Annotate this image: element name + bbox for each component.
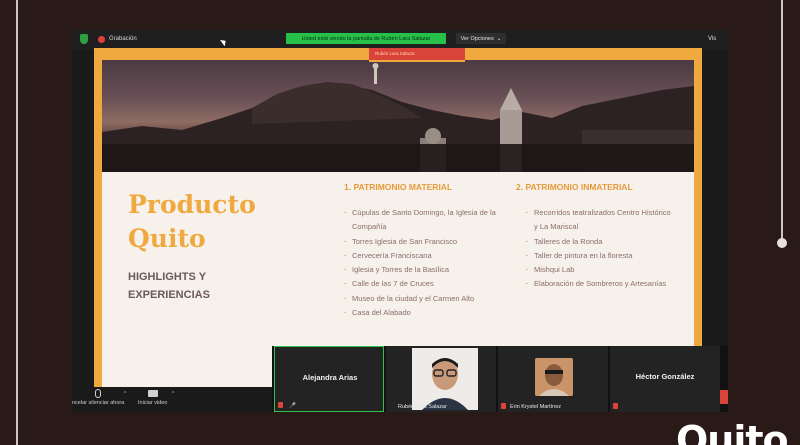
- frame-line-right: [781, 0, 783, 242]
- speaker-name-tab: Rubén Lara Salazar: [369, 48, 465, 62]
- slide-title-line2: Quito: [128, 224, 206, 253]
- list-item: Torres Iglesia de San Francisco: [344, 235, 504, 250]
- meeting-bottom-toolbar: ncelar silenciar ahora ^ Iniciar video ^: [72, 387, 272, 412]
- intangible-heritage-column: 2. PATRIMONIO INMATERIAL Recorridos teat…: [516, 182, 676, 292]
- participant-tile[interactable]: Erin Krystel Martínez: [498, 346, 608, 412]
- view-button[interactable]: Vis: [708, 36, 716, 42]
- participant-tile[interactable]: Alejandra Arias 🎤: [274, 346, 384, 412]
- slide-subtitle-line1: HIGHLIGHTS Y: [128, 271, 207, 283]
- chevron-down-icon: ⌄: [496, 35, 502, 42]
- list-item: Elaboración de Sombreros y Artesanías: [526, 277, 676, 292]
- shared-slide-frame: Producto Quito HIGHLIGHTS Y EXPERIENCIAS…: [94, 48, 702, 388]
- speaker-tab-label: Rubén Lara Salazar: [375, 51, 416, 56]
- mute-button[interactable]: ncelar silenciar ahora: [72, 389, 124, 406]
- list-item: Mishqui Lab: [526, 263, 676, 278]
- list-item: Casa del Alabado: [344, 306, 504, 321]
- start-video-button[interactable]: Iniciar video: [138, 389, 167, 406]
- video-camera-icon: [147, 390, 158, 397]
- muted-mic-icon: [278, 402, 283, 408]
- participant-tile[interactable]: Rubén Lara Salazar: [386, 346, 496, 412]
- skyline-illustration: [102, 63, 694, 172]
- list-item: Recorridos teatralizados Centro Históric…: [526, 206, 676, 235]
- mute-label: ncelar silenciar ahora: [72, 400, 125, 406]
- participant-tile[interactable]: Héctor González: [610, 346, 720, 412]
- recording-indicator[interactable]: Grabación: [80, 34, 137, 44]
- view-options-button[interactable]: Ver Opciones ⌄: [456, 33, 506, 44]
- participant-tiles: Alejandra Arias 🎤 Rubén Lara Salazar Eri…: [272, 346, 728, 412]
- recording-label: Grabación: [109, 36, 137, 42]
- material-heritage-column: 1. PATRIMONIO MATERIAL Cúpulas de Santo …: [344, 182, 504, 321]
- material-heritage-heading: 1. PATRIMONIO MATERIAL: [344, 182, 453, 192]
- participant-name: Erin Krystel Martínez: [510, 404, 562, 410]
- frame-line-left: [16, 0, 18, 445]
- participant-name: Héctor González: [635, 372, 695, 381]
- list-item: Talleres de la Ronda: [526, 235, 676, 250]
- list-item: Taller de pintura en la floresta: [526, 249, 676, 264]
- quito-skyline-photo: [102, 60, 694, 172]
- intangible-heritage-heading: 2. PATRIMONIO INMATERIAL: [516, 182, 633, 192]
- frame-dot: [777, 238, 787, 248]
- participant-mic-status-icon: 🎤: [289, 403, 296, 409]
- list-item: Calle de las 7 de Cruces: [344, 277, 504, 292]
- participant-name: Alejandra Arias: [302, 373, 358, 382]
- video-options-caret-icon[interactable]: ^: [172, 391, 174, 397]
- security-shield-icon[interactable]: [80, 34, 88, 44]
- muted-mic-icon: [501, 403, 506, 409]
- slide-title: Producto Quito: [128, 188, 256, 256]
- zoom-window: Grabación Usted está viendo la pantalla …: [72, 30, 728, 412]
- list-item: Museo de la ciudad y el Carmen Alto: [344, 292, 504, 307]
- mute-options-caret-icon[interactable]: ^: [124, 391, 126, 397]
- meeting-top-bar: Grabación Usted está viendo la pantalla …: [72, 30, 728, 50]
- view-options-label: Ver Opciones: [460, 35, 494, 42]
- intangible-heritage-list: Recorridos teatralizados Centro Históric…: [516, 206, 676, 292]
- shared-slide: Producto Quito HIGHLIGHTS Y EXPERIENCIAS…: [102, 60, 694, 388]
- muted-mic-icon: [613, 403, 618, 409]
- mouse-cursor-icon: [220, 37, 228, 47]
- slide-subtitle-line2: EXPERIENCIAS: [128, 289, 210, 301]
- list-item: Cervecería Franciscana: [344, 249, 504, 264]
- material-heritage-list: Cúpulas de Santo Domingo, la Iglesia de …: [344, 206, 504, 321]
- avatar-illustration: [535, 358, 573, 396]
- list-item: Cúpulas de Santo Domingo, la Iglesia de …: [344, 206, 504, 235]
- participant-video: [412, 348, 478, 410]
- slide-subtitle: HIGHLIGHTS Y EXPERIENCIAS: [128, 268, 210, 304]
- list-item: Iglesia y Torres de la Basílica: [344, 263, 504, 278]
- quito-logo: Quito: [676, 418, 789, 445]
- slide-title-line1: Producto: [128, 190, 256, 219]
- participant-avatar: [535, 358, 573, 396]
- start-video-label: Iniciar video: [138, 400, 168, 406]
- recording-dot-icon: [98, 35, 105, 43]
- participant-name: Rubén Lara Salazar: [398, 404, 447, 410]
- screen-share-banner: Usted está viendo la pantalla de Rubén L…: [286, 33, 446, 44]
- side-panel-edge: [720, 390, 728, 404]
- microphone-icon: [95, 389, 102, 398]
- participant-video-illustration: [412, 348, 478, 410]
